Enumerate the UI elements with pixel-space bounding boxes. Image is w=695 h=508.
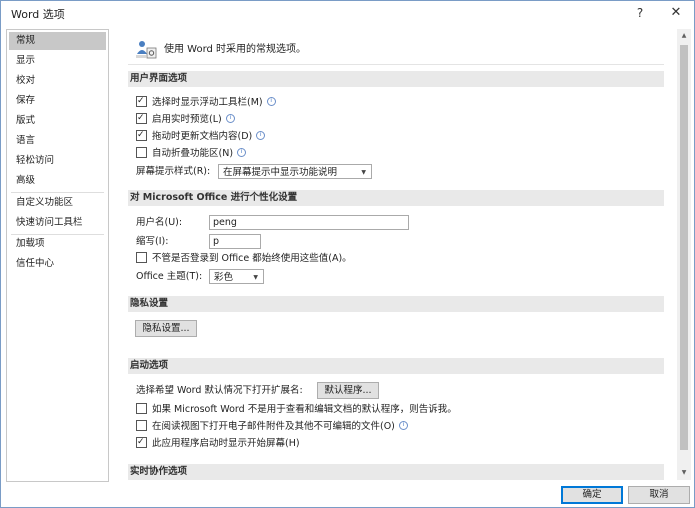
checkbox-show-start-screen[interactable] xyxy=(136,434,147,450)
option-label: 拖动时更新文档内容(D) xyxy=(152,131,253,142)
option-tell-if-not-default[interactable]: 如果 Microsoft Word 不是用于查看和编辑文档的默认程序，则告诉我。 xyxy=(136,402,457,418)
info-icon: i xyxy=(256,131,266,140)
option-label: 如果 Microsoft Word 不是用于查看和编辑文档的默认程序，则告诉我。 xyxy=(152,404,457,415)
sidebar-item-advanced[interactable]: 高级 xyxy=(9,172,106,190)
option-open-attachments-reading-view[interactable]: 在阅读视图下打开电子邮件附件及其他不可编辑的文件(O) i xyxy=(136,419,408,435)
section-startup: 启动选项 xyxy=(128,358,664,374)
sidebar-item-proofing[interactable]: 校对 xyxy=(9,72,106,90)
option-update-while-dragging[interactable]: 拖动时更新文档内容(D)i xyxy=(136,127,266,145)
checkbox-always-use-values[interactable] xyxy=(136,252,147,263)
privacy-settings-button[interactable]: 隐私设置... xyxy=(135,320,197,337)
checkbox-open-attachments-reading-view[interactable] xyxy=(136,420,147,431)
option-mini-toolbar[interactable]: 选择时显示浮动工具栏(M)i xyxy=(136,93,276,111)
username-input[interactable]: peng xyxy=(209,215,409,230)
default-programs-button[interactable]: 默认程序... xyxy=(317,382,379,399)
sidebar-item-quick-access-toolbar[interactable]: 快速访问工具栏 xyxy=(9,214,106,232)
option-label: 启用实时预览(L) xyxy=(152,114,222,125)
sidebar-item-add-ins[interactable]: 加载项 xyxy=(9,235,106,253)
option-label: 此应用程序启动时显示开始屏幕(H) xyxy=(152,438,300,449)
sidebar-item-layout[interactable]: 版式 xyxy=(9,112,106,130)
sidebar-item-general[interactable]: 常规 xyxy=(9,32,106,50)
initials-input[interactable]: p xyxy=(209,234,261,249)
theme-label: Office 主题(T): xyxy=(136,271,203,282)
section-privacy: 隐私设置 xyxy=(128,296,664,312)
option-live-preview[interactable]: 启用实时预览(L)i xyxy=(136,110,235,128)
sidebar-divider xyxy=(11,192,104,193)
title-bar: Word 选项 ? ✕ xyxy=(1,1,694,27)
checkbox-tell-if-not-default[interactable] xyxy=(136,403,147,414)
option-label: 选择时显示浮动工具栏(M) xyxy=(152,97,263,108)
sidebar: 常规 显示 校对 保存 版式 语言 轻松访问 高级 自定义功能区 快速访问工具栏… xyxy=(6,29,109,482)
option-label: 在阅读视图下打开电子邮件附件及其他不可编辑的文件(O) xyxy=(152,421,395,432)
section-personalize: 对 Microsoft Office 进行个性化设置 xyxy=(128,190,664,206)
scroll-up-icon[interactable]: ▲ xyxy=(677,29,691,43)
theme-value: 彩色 xyxy=(214,272,234,283)
general-options-icon xyxy=(136,41,157,59)
screentip-select[interactable]: 在屏幕提示中显示功能说明 ▼ xyxy=(218,164,372,179)
option-label: 不管是否登录到 Office 都始终使用这些值(A)。 xyxy=(152,253,352,264)
sidebar-item-trust-center[interactable]: 信任中心 xyxy=(9,255,106,273)
checkbox-live-preview[interactable] xyxy=(136,110,147,126)
username-label: 用户名(U): xyxy=(136,217,183,228)
screentip-label: 屏幕提示样式(R): xyxy=(136,166,211,177)
sidebar-item-accessibility[interactable]: 轻松访问 xyxy=(9,152,106,170)
chevron-down-icon: ▼ xyxy=(361,169,366,176)
option-collapse-ribbon[interactable]: 自动折叠功能区(N) i xyxy=(136,146,247,162)
vertical-scrollbar[interactable]: ▲ ▼ xyxy=(677,29,691,480)
scroll-down-icon[interactable]: ▼ xyxy=(677,466,691,480)
info-icon: i xyxy=(237,148,247,157)
sidebar-item-customize-ribbon[interactable]: 自定义功能区 xyxy=(9,194,106,212)
info-icon: i xyxy=(266,97,276,106)
close-button[interactable]: ✕ xyxy=(667,4,685,22)
chevron-down-icon: ▼ xyxy=(253,274,258,281)
screentip-value: 在屏幕提示中显示功能说明 xyxy=(223,167,338,178)
section-realtime-collaboration: 实时协作选项 xyxy=(128,464,664,480)
section-ui-options: 用户界面选项 xyxy=(128,71,664,87)
info-icon: i xyxy=(225,114,235,123)
options-content: 使用 Word 时采用的常规选项。 用户界面选项 选择时显示浮动工具栏(M)i … xyxy=(114,29,677,480)
checkbox-update-while-dragging[interactable] xyxy=(136,127,147,143)
ok-button[interactable]: 确定 xyxy=(561,486,623,504)
help-button[interactable]: ? xyxy=(631,4,649,22)
header-description: 使用 Word 时采用的常规选项。 xyxy=(164,44,307,55)
initials-label: 缩写(I): xyxy=(136,236,169,247)
option-show-start-screen[interactable]: 此应用程序启动时显示开始屏幕(H) xyxy=(136,434,300,452)
sidebar-item-display[interactable]: 显示 xyxy=(9,52,106,70)
checkbox-collapse-ribbon[interactable] xyxy=(136,147,147,158)
checkbox-mini-toolbar[interactable] xyxy=(136,93,147,109)
window-title: Word 选项 xyxy=(11,8,65,21)
sidebar-item-save[interactable]: 保存 xyxy=(9,92,106,110)
sidebar-item-language[interactable]: 语言 xyxy=(9,132,106,150)
extensions-label: 选择希望 Word 默认情况下打开扩展名: xyxy=(136,385,303,396)
option-label: 自动折叠功能区(N) xyxy=(152,148,234,159)
options-dialog: Word 选项 ? ✕ 常规 显示 校对 保存 版式 语言 轻松访问 高级 自定… xyxy=(0,0,695,508)
info-icon: i xyxy=(398,421,408,430)
scrollbar-thumb[interactable] xyxy=(680,45,688,450)
theme-select[interactable]: 彩色 ▼ xyxy=(209,269,264,284)
header-divider xyxy=(128,64,664,65)
option-always-use-values[interactable]: 不管是否登录到 Office 都始终使用这些值(A)。 xyxy=(136,251,352,267)
cancel-button[interactable]: 取消 xyxy=(628,486,690,504)
